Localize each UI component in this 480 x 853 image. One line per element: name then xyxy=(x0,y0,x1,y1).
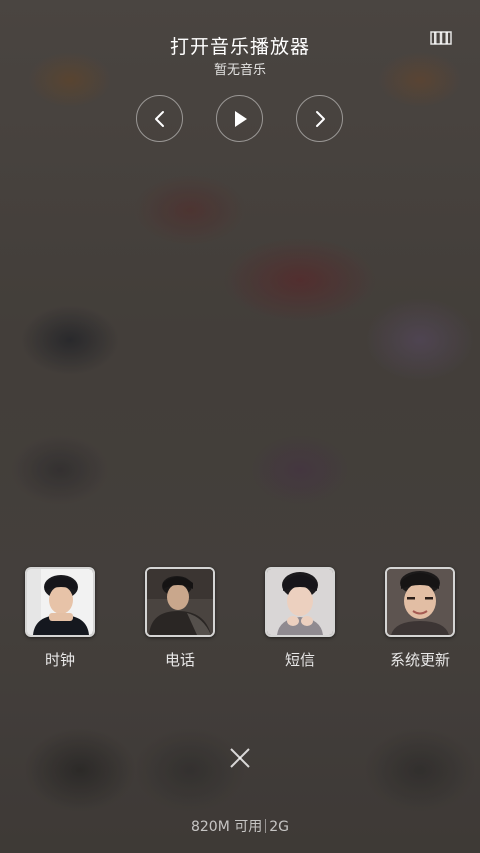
network-type-text: 2G xyxy=(269,819,290,835)
music-player-subtitle: 暂无音乐 xyxy=(213,63,266,78)
close-button[interactable] xyxy=(227,745,253,771)
close-icon xyxy=(227,748,253,775)
system-update-app-avatar xyxy=(385,567,455,637)
app-label: 系统更新 xyxy=(389,651,450,669)
sms-app-avatar xyxy=(265,567,335,637)
music-player-title[interactable]: 打开音乐播放器 xyxy=(0,32,480,59)
memory-available-text: 820M 可用 xyxy=(190,819,263,835)
app-label: 短信 xyxy=(284,651,315,669)
app-shortcut-system-update[interactable]: 系统更新 xyxy=(383,567,457,670)
app-label: 电话 xyxy=(164,651,195,669)
clock-app-avatar xyxy=(25,567,95,637)
status-divider xyxy=(265,819,267,833)
app-shortcut-phone[interactable]: 电话 xyxy=(143,567,217,670)
chevron-right-icon xyxy=(313,110,327,128)
app-label: 时钟 xyxy=(44,651,75,669)
app-shortcut-sms[interactable]: 短信 xyxy=(263,567,337,670)
play-button[interactable] xyxy=(216,95,263,142)
previous-track-button[interactable] xyxy=(136,95,183,142)
app-shortcut-clock[interactable]: 时钟 xyxy=(23,567,97,670)
memory-status: 820M 可用 2G xyxy=(0,816,480,836)
phone-app-avatar xyxy=(145,567,215,637)
chevron-left-icon xyxy=(153,110,167,128)
next-track-button[interactable] xyxy=(296,95,343,142)
play-icon xyxy=(232,110,248,128)
playlist-icon[interactable] xyxy=(430,30,452,46)
